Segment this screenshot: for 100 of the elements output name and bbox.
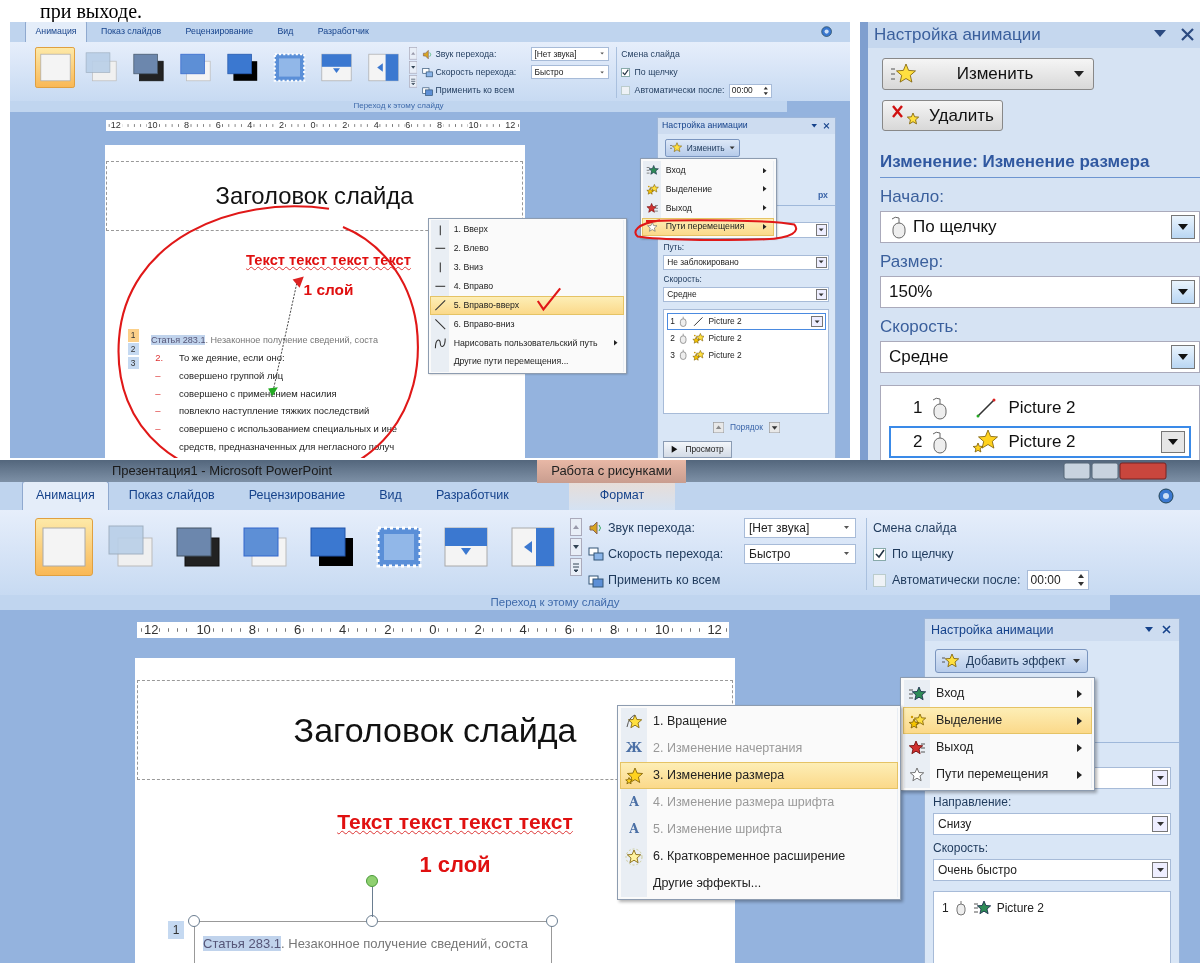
menu-item[interactable]: 6. Вправо-вниз bbox=[430, 314, 625, 334]
add-effect-button[interactable]: Изменить bbox=[664, 139, 741, 157]
speed-dropdown[interactable]: Быстро bbox=[530, 65, 610, 80]
contextual-group-label: Работа с рисунками bbox=[537, 460, 686, 483]
checkbox-label: По щелчку bbox=[892, 545, 954, 563]
gallery-more-button[interactable] bbox=[570, 558, 582, 576]
resize-handle[interactable] bbox=[188, 914, 200, 927]
dropdown-field[interactable]: Очень быстро bbox=[933, 859, 1171, 881]
sound-dropdown[interactable]: [Нет звука] bbox=[744, 518, 856, 538]
dropdown-field[interactable]: Средне bbox=[663, 286, 830, 303]
effect-heading: рх bbox=[817, 188, 828, 202]
checkbox[interactable] bbox=[621, 67, 631, 77]
sound-dropdown[interactable]: [Нет звука] bbox=[530, 47, 610, 62]
scroll-down-button[interactable] bbox=[570, 538, 582, 556]
menu-item[interactable]: 1. Вращение bbox=[620, 708, 898, 735]
animation-tag: 1 bbox=[168, 920, 184, 939]
layer-label: 1 слой bbox=[303, 280, 354, 298]
slide-heading: Текст текст текст текст bbox=[337, 810, 573, 833]
change-button[interactable]: Изменить bbox=[882, 58, 1094, 90]
ribbon-tab[interactable]: Разработчик bbox=[421, 481, 523, 510]
move-up-button[interactable] bbox=[713, 421, 725, 433]
preview-button[interactable]: Просмотр bbox=[663, 440, 732, 458]
checkbox[interactable] bbox=[873, 573, 886, 587]
ribbon-tab[interactable]: Показ слайдов bbox=[90, 22, 172, 42]
list-marker: – bbox=[154, 421, 162, 436]
ribbon-tab[interactable]: Вид bbox=[365, 481, 416, 510]
apply-to-all-button[interactable]: Применить ко всем bbox=[588, 570, 721, 590]
menu-item[interactable]: 5. Вправо-вверх bbox=[430, 295, 625, 315]
checkbox[interactable] bbox=[873, 547, 886, 561]
effect-item[interactable]: 1 Picture 2 bbox=[938, 896, 1166, 920]
effect-item[interactable]: 2 Picture 2 bbox=[889, 425, 1191, 458]
help-icon[interactable] bbox=[820, 26, 832, 38]
check-icon bbox=[874, 549, 885, 559]
resize-handle[interactable] bbox=[366, 914, 378, 927]
menu-item[interactable]: 4. Вправо bbox=[430, 277, 625, 296]
group-title: Смена слайда bbox=[873, 519, 957, 537]
ribbon-tab[interactable]: Анимация bbox=[22, 481, 109, 510]
star-icon bbox=[942, 653, 960, 669]
scroll-down-button[interactable] bbox=[408, 61, 418, 74]
menu-item[interactable]: Другие эффекты... bbox=[620, 870, 898, 897]
menu-item[interactable]: Нарисовать пользовательский путь bbox=[430, 333, 625, 353]
dropdown-field[interactable]: По щелчку bbox=[880, 211, 1200, 243]
effect-item[interactable]: 1 Picture 2 bbox=[667, 312, 826, 330]
glyph-icon: A bbox=[625, 820, 643, 839]
speed-dropdown[interactable]: Быстро bbox=[744, 544, 856, 564]
move-down-button[interactable] bbox=[768, 421, 780, 433]
menu-item[interactable]: Вход bbox=[642, 160, 775, 180]
checkbox[interactable] bbox=[621, 86, 631, 96]
speaker-icon bbox=[588, 520, 604, 536]
menu-item[interactable]: Выделение bbox=[903, 707, 1092, 734]
dropdown-arrow-icon bbox=[842, 524, 851, 532]
ribbon-tab[interactable]: Формат bbox=[568, 481, 676, 510]
menu-item[interactable]: Выделение bbox=[642, 179, 775, 199]
animation-tag: 2 bbox=[127, 342, 139, 356]
animation-tag: 1 bbox=[127, 328, 139, 342]
dropdown-field[interactable]: 150% bbox=[880, 276, 1200, 308]
apply-to-all-button[interactable]: Применить ко всем bbox=[421, 84, 515, 98]
resize-handle[interactable] bbox=[546, 914, 558, 927]
menu-item[interactable]: Выход bbox=[642, 198, 775, 218]
ribbon-tab[interactable]: Показ слайдов bbox=[114, 481, 229, 510]
menu-item[interactable]: Другие пути перемещения... bbox=[430, 352, 625, 372]
dropdown-arrow-icon bbox=[1071, 657, 1081, 665]
menu-item[interactable]: Пути перемещения bbox=[903, 761, 1092, 788]
menu-item[interactable]: 1. Вверх bbox=[430, 220, 625, 240]
checkbox-label: Автоматически после: bbox=[634, 84, 725, 97]
slide-title: Заголовок слайда bbox=[215, 180, 414, 211]
time-spinner[interactable]: 00:00 bbox=[728, 83, 773, 98]
dropdown-field[interactable]: Снизу bbox=[933, 813, 1171, 835]
add-effect-button[interactable]: Добавить эффект bbox=[935, 649, 1088, 673]
menu-item[interactable]: 3. Вниз bbox=[430, 258, 625, 278]
star-entrance-icon bbox=[908, 684, 926, 703]
mouse-icon bbox=[930, 429, 949, 454]
menu-item[interactable]: Выход bbox=[903, 734, 1092, 761]
slide-title: Заголовок слайда bbox=[293, 709, 577, 751]
effect-item[interactable]: 1 Picture 2 bbox=[889, 391, 1191, 424]
list-text: повлекло наступление тяжких последствий bbox=[178, 404, 370, 419]
ribbon-tab[interactable]: Рецензирование bbox=[234, 481, 360, 510]
menu-item[interactable]: 6. Кратковременное расширение bbox=[620, 843, 898, 870]
help-icon[interactable] bbox=[1158, 488, 1174, 504]
effect-item[interactable]: 3 Picture 2 bbox=[667, 346, 826, 364]
effect-item[interactable]: 2 Picture 2 bbox=[667, 329, 826, 347]
dropdown-arrow-icon bbox=[1155, 820, 1165, 828]
delete-button[interactable]: Удалить bbox=[882, 99, 1003, 132]
ribbon-tab[interactable]: Разработчик bbox=[307, 22, 379, 42]
pane-menu-close-icon[interactable] bbox=[1152, 27, 1196, 43]
rotate-handle[interactable] bbox=[366, 874, 378, 887]
pane-title: Настройка анимации bbox=[874, 24, 1041, 47]
field-label: Направление: bbox=[933, 794, 1013, 811]
gallery-more-button[interactable] bbox=[408, 75, 418, 88]
menu-item[interactable]: 2. Влево bbox=[430, 239, 625, 259]
pane-menu-close-icon[interactable] bbox=[1143, 624, 1173, 636]
dropdown-field[interactable]: Не заблокировано bbox=[663, 254, 830, 270]
menu-item[interactable]: Вход bbox=[903, 680, 1092, 707]
ribbon-tab[interactable]: Анимация bbox=[25, 22, 87, 42]
ribbon-tab[interactable]: Рецензирование bbox=[175, 22, 264, 42]
menu-item[interactable]: 3. Изменение размера bbox=[620, 762, 898, 789]
spin-arrows-icon bbox=[1076, 573, 1085, 587]
dropdown-field[interactable]: Средне bbox=[880, 341, 1200, 373]
time-spinner[interactable]: 00:00 bbox=[1026, 570, 1089, 590]
ribbon-tab[interactable]: Вид bbox=[267, 22, 304, 42]
